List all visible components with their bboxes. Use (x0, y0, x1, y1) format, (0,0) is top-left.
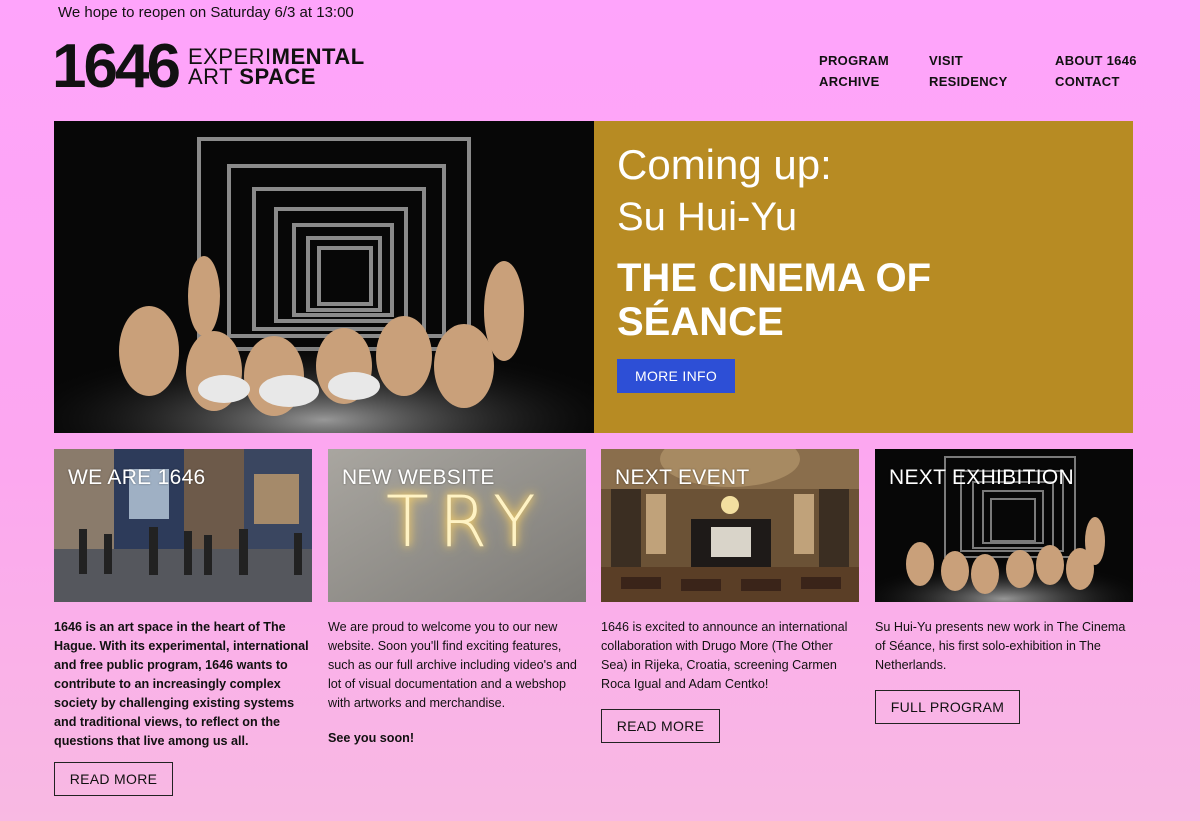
more-info-button[interactable]: MORE INFO (617, 359, 736, 393)
card-next-exhibition: NEXT EXHIBITION Su Hui-Yu presents new w… (875, 449, 1133, 675)
logo-line2-bold: SPACE (239, 64, 316, 89)
nav-link-archive[interactable]: ARCHIVE (819, 71, 889, 92)
card-image-street[interactable]: WE ARE 1646 (54, 449, 312, 602)
read-more-button-event[interactable]: READ MORE (601, 709, 720, 743)
site-logo[interactable]: 1646 EXPERIMENTAL ART SPACE (52, 36, 365, 98)
card-image-neon[interactable]: TRY NEW WEBSITE (328, 449, 586, 602)
card-description: We are proud to welcome you to our new w… (328, 620, 577, 710)
hero-artist: Su Hui-Yu (617, 195, 798, 239)
nav-column-2: VISIT RESIDENCY (929, 50, 1008, 92)
nav-link-contact[interactable]: CONTACT (1055, 71, 1137, 92)
logo-line2-light: ART (187, 64, 240, 89)
card-image-exhibition[interactable]: NEXT EXHIBITION (875, 449, 1133, 602)
nav-column-3: ABOUT 1646 CONTACT (1055, 50, 1137, 92)
hero-photo-illustration (54, 121, 594, 433)
read-more-button-about[interactable]: READ MORE (54, 762, 173, 796)
card-new-website: TRY NEW WEBSITE We are proud to welcome … (328, 449, 586, 745)
card-label: NEXT EXHIBITION (889, 466, 1074, 489)
card-signoff: See you soon! (328, 731, 415, 745)
hero-kicker: Coming up: (617, 141, 832, 188)
nav-column-1: PROGRAM ARCHIVE (819, 50, 889, 92)
nav-link-residency[interactable]: RESIDENCY (929, 71, 1008, 92)
card-image-theatre[interactable]: NEXT EVENT (601, 449, 859, 602)
nav-link-program[interactable]: PROGRAM (819, 50, 889, 71)
nav-link-visit[interactable]: VISIT (929, 50, 1008, 71)
card-we-are-1646: WE ARE 1646 1646 is an art space in the … (54, 449, 312, 751)
neon-sign-text: TRY (386, 481, 546, 563)
card-description: 1646 is excited to announce an internati… (601, 620, 848, 691)
card-description: Su Hui-Yu presents new work in The Cinem… (875, 620, 1126, 672)
card-label: WE ARE 1646 (68, 466, 206, 489)
logo-number: 1646 (52, 32, 181, 101)
reopen-notice: We hope to reopen on Saturday 6/3 at 13:… (58, 4, 354, 21)
hero-image[interactable] (54, 121, 594, 433)
card-label: NEXT EVENT (615, 466, 750, 489)
card-label: NEW WEBSITE (342, 466, 495, 489)
hero-title: THE CINEMA OF SÉANCE (617, 256, 932, 344)
card-description: 1646 is an art space in the heart of The… (54, 620, 309, 748)
hero-info-panel: Coming up: Su Hui-Yu THE CINEMA OF SÉANC… (594, 121, 1133, 433)
logo-wordmark: EXPERIMENTAL ART SPACE (187, 46, 365, 89)
card-next-event: NEXT EVENT 1646 is excited to announce a… (601, 449, 859, 694)
nav-link-about[interactable]: ABOUT 1646 (1055, 50, 1137, 71)
hero-banner: Coming up: Su Hui-Yu THE CINEMA OF SÉANC… (54, 121, 1133, 433)
full-program-button[interactable]: FULL PROGRAM (875, 690, 1020, 724)
